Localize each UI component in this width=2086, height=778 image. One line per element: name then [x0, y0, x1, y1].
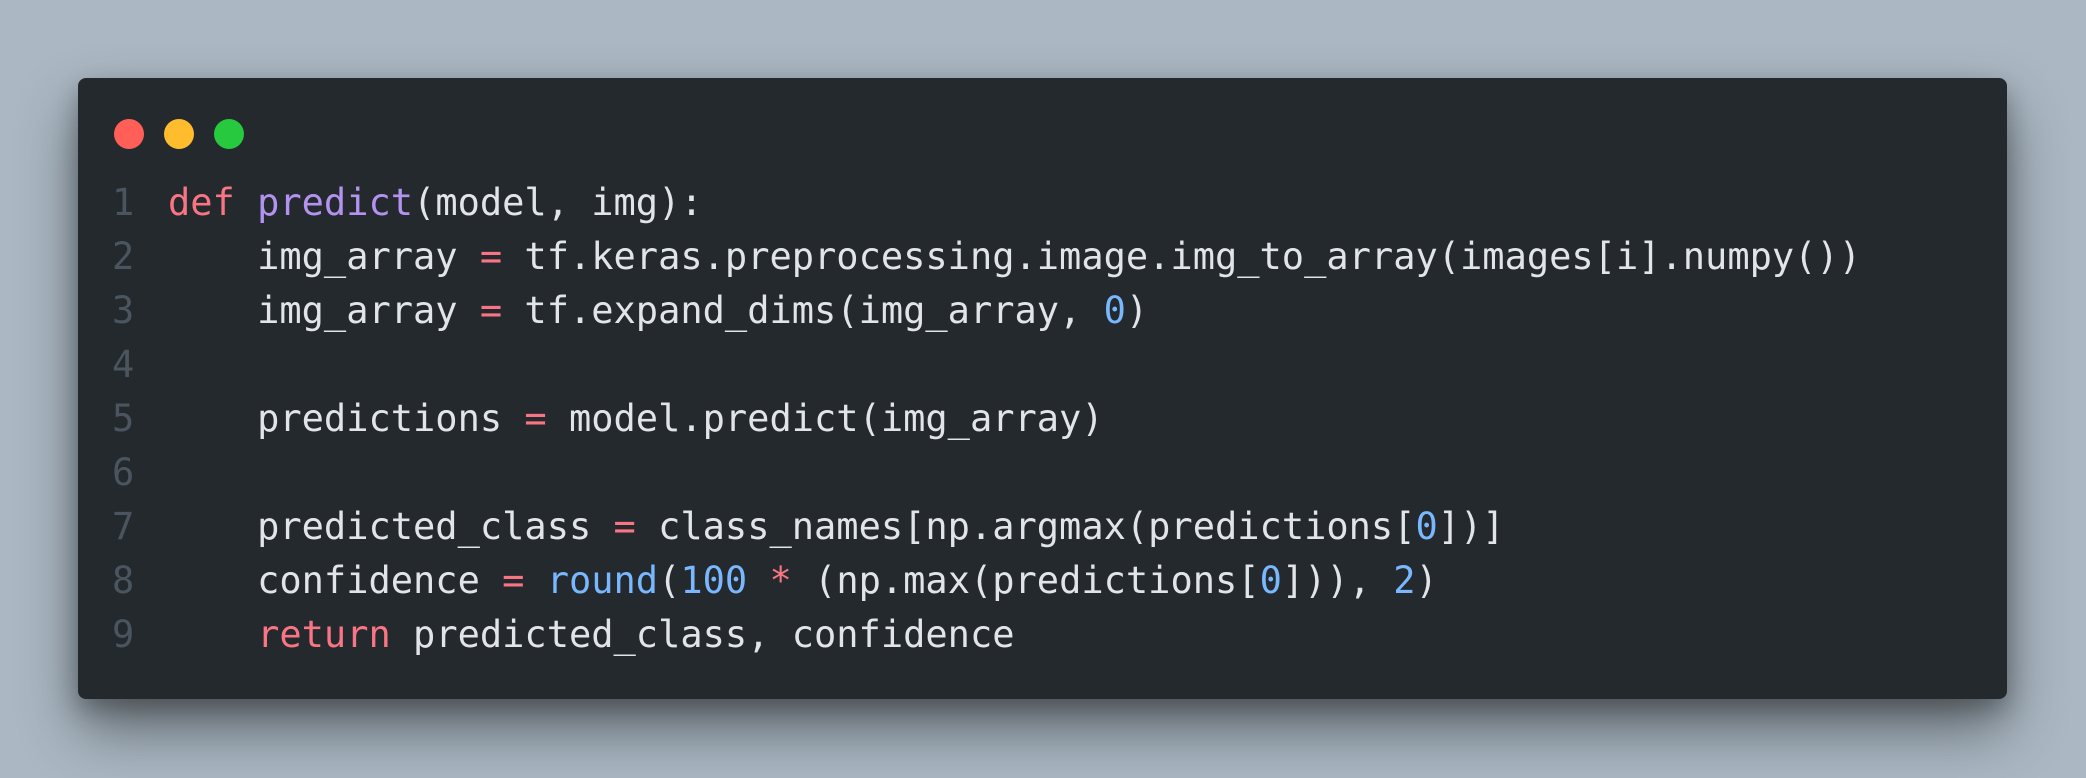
code-token: ])] — [1437, 505, 1505, 548]
code-line: 6 — [112, 446, 1977, 500]
line-number: 3 — [112, 289, 135, 332]
line-code: predicted_class = class_names[np.argmax(… — [146, 500, 1505, 554]
code-token: round — [546, 559, 659, 602]
line-number: 9 — [112, 613, 135, 656]
line-number: 5 — [112, 397, 135, 440]
code-token: ) — [1125, 289, 1149, 332]
code-line: 1 def predict(model, img): — [112, 176, 1977, 230]
window-controls — [114, 119, 244, 149]
code-token: * — [769, 559, 792, 602]
code-token: 0 — [1259, 559, 1282, 602]
code-token: = — [502, 559, 525, 602]
line-code: img_array = tf.expand_dims(img_array, 0) — [146, 284, 1148, 338]
code-line: 5 predictions = model.predict(img_array) — [112, 392, 1977, 446]
minimize-dot-icon[interactable] — [164, 119, 194, 149]
code-token: ( — [658, 559, 681, 602]
code-line: 3 img_array = tf.expand_dims(img_array, … — [112, 284, 1977, 338]
code-token: ])), — [1281, 559, 1394, 602]
code-token: predicted_class, confidence — [390, 613, 1015, 656]
code-token: predictions — [168, 397, 525, 440]
code-token: = — [479, 289, 503, 332]
code-block: 1 def predict(model, img): 2 img_array = t… — [112, 176, 1977, 662]
code-token: 2 — [1393, 559, 1416, 602]
code-token: ) — [1415, 559, 1438, 602]
code-line: 2 img_array = tf.keras.preprocessing.ima… — [112, 230, 1977, 284]
line-number: 7 — [112, 505, 135, 548]
line-code: def predict(model, img): — [146, 176, 703, 230]
code-token: = — [479, 235, 503, 278]
code-token: (model, img): — [413, 181, 703, 224]
code-token: = — [524, 397, 547, 440]
code-line: 4 — [112, 338, 1977, 392]
code-line: 7 predicted_class = class_names[np.argma… — [112, 500, 1977, 554]
line-number: 4 — [112, 343, 135, 386]
line-number: 2 — [112, 235, 135, 278]
code-token: return — [257, 613, 391, 656]
code-token: predict — [257, 181, 414, 224]
code-token: def — [168, 181, 235, 224]
code-token: (np.max(predictions[ — [791, 559, 1260, 602]
code-token: = — [613, 505, 636, 548]
code-token: img_array — [168, 235, 480, 278]
maximize-dot-icon[interactable] — [214, 119, 244, 149]
code-token: tf.keras.preprocessing.image.img_to_arra… — [502, 235, 1861, 278]
line-number: 6 — [112, 451, 135, 494]
code-token: 0 — [1103, 289, 1126, 332]
line-number: 1 — [112, 181, 135, 224]
line-code: confidence = round(100 * (np.max(predict… — [146, 554, 1438, 608]
code-token: class_names[np.argmax(predictions[ — [635, 505, 1416, 548]
code-token: img_array — [168, 289, 480, 332]
line-code: img_array = tf.keras.preprocessing.image… — [146, 230, 1861, 284]
code-window: 1 def predict(model, img): 2 img_array = t… — [78, 78, 2007, 699]
line-number: 8 — [112, 559, 135, 602]
code-token: predicted_class — [168, 505, 614, 548]
close-dot-icon[interactable] — [114, 119, 144, 149]
code-token: 0 — [1415, 505, 1438, 548]
line-code: predictions = model.predict(img_array) — [146, 392, 1104, 446]
line-code: return predicted_class, confidence — [146, 608, 1015, 662]
code-token: model.predict(img_array) — [546, 397, 1104, 440]
code-line: 9 return predicted_class, confidence — [112, 608, 1977, 662]
code-line: 8 confidence = round(100 * (np.max(predi… — [112, 554, 1977, 608]
code-token: 100 — [680, 559, 748, 602]
code-token: confidence — [168, 559, 503, 602]
code-token: tf.expand_dims(img_array, — [502, 289, 1104, 332]
